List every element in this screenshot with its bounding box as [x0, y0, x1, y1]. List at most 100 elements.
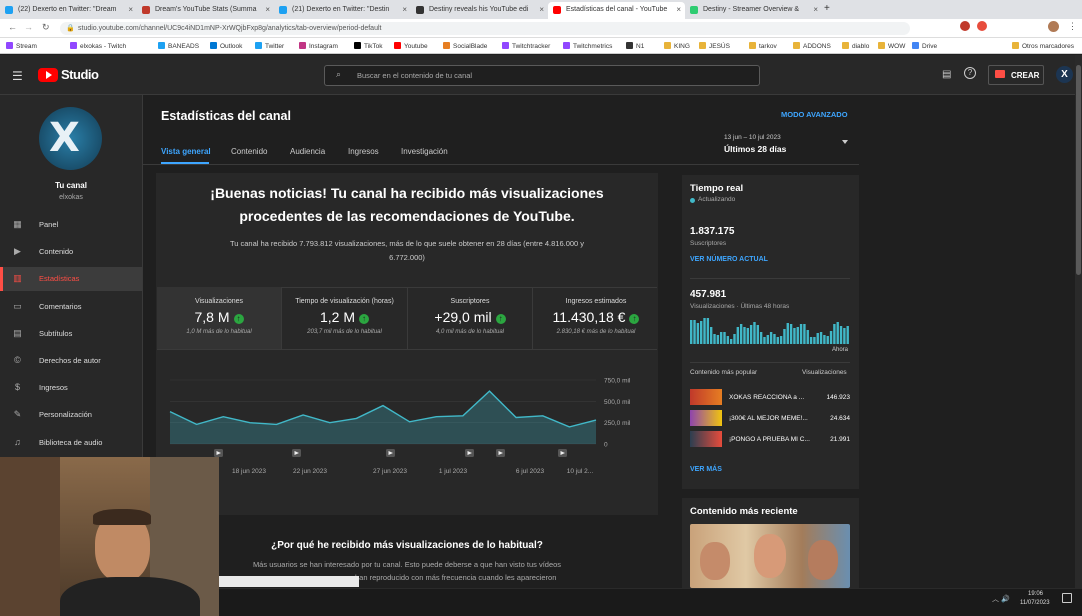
metric-card[interactable]: Visualizaciones 7,8 M ↑ 1,0 M más de lo hab… — [157, 287, 282, 349]
page-scrollbar[interactable] — [1075, 55, 1082, 588]
bookmark-item[interactable]: JESÚS — [699, 42, 730, 50]
metric-label: Tiempo de visualización (horas) — [295, 298, 394, 305]
realtime-bar — [759, 332, 763, 344]
back-arrow-icon[interactable]: ← — [8, 22, 17, 32]
account-avatar[interactable]: X — [1056, 66, 1073, 83]
bookmark-label: Outlook — [220, 43, 243, 50]
sidebar-item-biblioteca-de-audio[interactable]: ♫ Biblioteca de audio — [0, 431, 142, 455]
bookmark-item[interactable]: Instagram — [299, 42, 338, 50]
close-tab-icon[interactable]: × — [676, 5, 681, 14]
bookmark-icon — [912, 42, 919, 49]
sidebar-item-comentarios[interactable]: ▭ Comentarios — [0, 295, 142, 319]
channel-avatar[interactable]: X — [39, 107, 102, 170]
bookmark-item[interactable]: tarkov — [749, 42, 777, 50]
tray-icons[interactable]: ︿ 🔊 — [992, 594, 1010, 604]
browser-tab[interactable]: Dream's YouTube Stats (Summa × — [137, 2, 274, 19]
sidebar-item-panel[interactable]: ▦ Panel — [0, 213, 142, 237]
close-tab-icon[interactable]: × — [813, 5, 818, 14]
recent-video-thumbnail[interactable] — [690, 524, 850, 588]
bookmark-item[interactable]: TikTok — [354, 42, 383, 50]
video-views: 21.991 — [830, 436, 850, 443]
reload-icon[interactable]: ↻ — [42, 22, 50, 33]
forward-arrow-icon[interactable]: → — [24, 22, 33, 32]
bookmark-item[interactable]: Outlook — [210, 42, 242, 50]
top-content-item[interactable]: ¡PONGO A PRUEBA MI C... 21.991 — [690, 431, 850, 447]
top-content-item[interactable]: XOKAS REACCIONA a ... 146.923 — [690, 389, 850, 405]
bookmark-item[interactable]: elxokas - Twitch — [70, 42, 126, 50]
see-more-button[interactable]: VER MÁS — [690, 466, 722, 473]
tab-vista-general[interactable]: Vista general — [161, 147, 211, 156]
sidebar-item-ingresos[interactable]: $ Ingresos — [0, 376, 142, 400]
x-tick-label: 18 jun 2023 — [232, 468, 266, 475]
bookmark-item[interactable]: Drive — [912, 42, 937, 50]
tab-audiencia[interactable]: Audiencia — [290, 147, 325, 156]
search-input[interactable]: Buscar en el contenido de tu canal — [324, 65, 760, 86]
bookmark-item[interactable]: Otros marcadores — [1012, 42, 1074, 50]
channel-name: elxokas — [59, 194, 83, 201]
realtime-bar — [766, 335, 769, 344]
browser-tab[interactable]: Estadísticas del canal - YouTube × — [548, 2, 685, 19]
messages-icon[interactable]: ▤ — [942, 69, 951, 80]
bookmark-label: Instagram — [309, 43, 338, 50]
bookmark-item[interactable]: Stream — [6, 42, 37, 50]
help-icon[interactable]: ? — [964, 67, 976, 79]
sidebar-item-contenido[interactable]: ▶ Contenido — [0, 240, 142, 264]
bookmark-item[interactable]: SocialBlade — [443, 42, 487, 50]
youtube-logo-icon[interactable] — [38, 68, 58, 82]
tab-title: Estadísticas del canal - YouTube — [566, 6, 668, 13]
tab-investigación[interactable]: Investigación — [401, 147, 448, 156]
metric-label: Visualizaciones — [194, 298, 244, 305]
metric-value-text: 11.430,18 € — [552, 309, 626, 325]
bookmark-item[interactable]: BANEADS — [158, 42, 199, 50]
close-tab-icon[interactable]: × — [265, 5, 270, 14]
sidebar-item-subtítulos[interactable]: ▤ Subtítulos — [0, 322, 142, 346]
chevron-down-icon[interactable] — [842, 140, 848, 144]
browser-tab[interactable]: Destiny - Streamer Overview & × — [685, 2, 822, 19]
realtime-bar — [813, 337, 816, 344]
bookmark-item[interactable]: Youtube — [394, 42, 428, 50]
bookmark-item[interactable]: N1 — [626, 42, 644, 50]
sidebar-item-estadísticas[interactable]: ▥ Estadísticas — [0, 267, 142, 292]
close-tab-icon[interactable]: × — [402, 5, 407, 14]
extension-icon[interactable] — [977, 21, 987, 31]
bookmark-label: BANEADS — [168, 43, 200, 50]
tab-contenido[interactable]: Contenido — [231, 147, 267, 156]
browser-tab[interactable]: Destiny reveals his YouTube edi × — [411, 2, 548, 19]
bookmark-item[interactable]: KING — [664, 42, 690, 50]
close-tab-icon[interactable]: × — [539, 5, 544, 14]
tab-favicon-icon — [5, 6, 13, 14]
browser-tab[interactable]: (22) Dexerto en Twitter: "Dream × — [0, 2, 137, 19]
realtime-bar — [796, 327, 799, 344]
hamburger-menu-icon[interactable]: ☰ — [12, 69, 23, 83]
bookmark-item[interactable]: WOW — [878, 42, 905, 50]
metric-card[interactable]: Suscriptores +29,0 mil ↑ 4,0 mil más de lo … — [408, 287, 533, 349]
menu-dots-icon[interactable]: ⋮ — [1068, 21, 1077, 32]
advanced-mode-button[interactable]: MODO AVANZADO — [781, 110, 848, 119]
sidebar-item-personalización[interactable]: ✎ Personalización — [0, 403, 142, 427]
bookmark-icon — [158, 42, 165, 49]
summary-line1: Tu canal ha recibido 7.793.812 visualiza… — [229, 239, 585, 248]
notifications-icon[interactable] — [1062, 593, 1072, 603]
metric-card[interactable]: Ingresos estimados 11.430,18 € ↑ 2.830,18 €… — [534, 287, 659, 349]
sidebar-item-label: Subtítulos — [39, 328, 73, 338]
profile-avatar[interactable] — [1048, 21, 1059, 32]
sidebar-item-derechos-de-autor[interactable]: © Derechos de autor — [0, 349, 142, 373]
tab-ingresos[interactable]: Ingresos — [348, 147, 379, 156]
bookmark-item[interactable]: diablo — [842, 42, 869, 50]
bookmark-item[interactable]: Twitter — [255, 42, 284, 50]
video-thumbnail — [690, 431, 722, 447]
bookmark-icon — [255, 42, 262, 49]
browser-tab[interactable]: (21) Dexerto en Twitter: "Destin × — [274, 2, 411, 19]
see-current-button[interactable]: VER NÚMERO ACTUAL — [690, 256, 768, 263]
bookmark-item[interactable]: Twitchtracker — [502, 42, 550, 50]
extension-icon[interactable] — [960, 21, 970, 31]
close-tab-icon[interactable]: × — [128, 5, 133, 14]
views-area-fill — [170, 391, 596, 444]
period-selector[interactable]: Últimos 28 días — [724, 144, 786, 154]
url-field[interactable]: studio.youtube.com/channel/UC9c4iND1mNP-… — [60, 22, 910, 35]
bookmark-item[interactable]: Twitchmetrics — [563, 42, 612, 50]
bookmark-item[interactable]: ADDONS — [793, 42, 831, 50]
new-tab-button[interactable]: + — [824, 3, 830, 14]
metric-card[interactable]: Tiempo de visualización (horas) 1,2 M ↑ 203… — [283, 287, 408, 349]
top-content-item[interactable]: ¡300€ AL MEJOR MEME!... 24.634 — [690, 410, 850, 426]
